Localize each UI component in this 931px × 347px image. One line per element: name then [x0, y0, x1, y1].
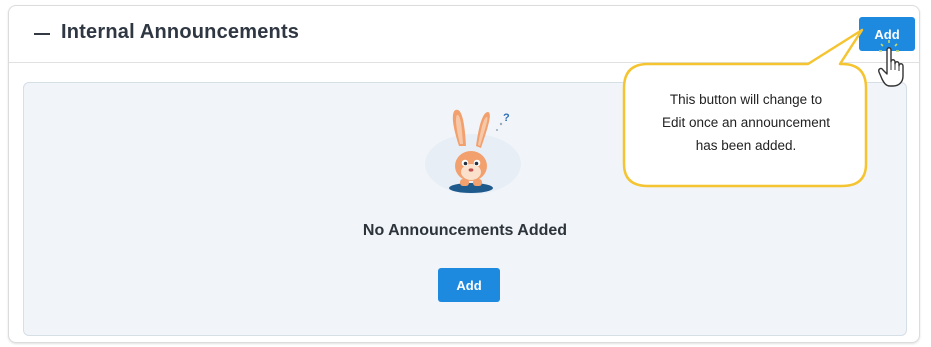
hand-pointer-cursor-icon — [878, 40, 904, 87]
callout-line-3: has been added. — [695, 138, 797, 153]
callout-line-2: Edit once an announcement — [661, 115, 831, 130]
empty-state-add-button[interactable]: Add — [438, 268, 500, 302]
panel-title: Internal Announcements — [61, 21, 300, 43]
callout-text: This button will change to Edit once an … — [630, 88, 862, 157]
panel-header: Internal Announcements Add — [9, 6, 919, 63]
internal-announcements-panel: Internal Announcements Add ? No Announce… — [8, 5, 920, 343]
svg-text:?: ? — [503, 112, 510, 124]
empty-state-message: No Announcements Added — [362, 222, 568, 239]
bunny-mascot-icon: ? — [425, 109, 521, 194]
collapse-minus-icon[interactable] — [31, 23, 53, 45]
callout-line-1: This button will change to — [669, 92, 823, 107]
